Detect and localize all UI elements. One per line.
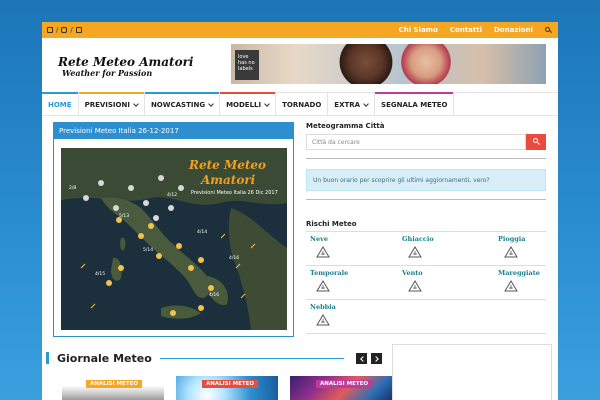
risk-label: Nebbia	[310, 303, 336, 311]
risk-ghiaccio[interactable]: Ghiaccio	[386, 232, 466, 265]
chevron-left-icon	[359, 355, 366, 362]
warning-triangle-icon	[408, 246, 422, 258]
nav-item-label: NOWCASTING	[150, 100, 206, 109]
map-label: 4/16	[229, 256, 240, 261]
map-label: 2/8	[69, 186, 77, 191]
risk-label: Vento	[402, 269, 423, 277]
risk-temporale[interactable]: Temporale	[306, 266, 386, 299]
chevron-down-icon	[363, 100, 369, 107]
warning-triangle-icon	[408, 280, 422, 292]
top-links: Chi Siamo Contatti Donazioni	[399, 26, 552, 34]
risk-label: Temporale	[310, 269, 349, 277]
risk-pioggia[interactable]: Pioggia	[466, 232, 546, 265]
nav-item-nowcasting[interactable]: NOWCASTING	[144, 92, 221, 116]
nav-item-label: PREVISIONI	[84, 100, 130, 109]
info-alert: Un buon orario per scoprire gli ultimi a…	[306, 169, 546, 191]
news-card[interactable]: ANALISI METEO	[290, 376, 392, 400]
nav-item-extra[interactable]: EXTRA	[328, 93, 376, 116]
category-badge[interactable]: ANALISI METEO	[202, 380, 259, 388]
risk-label: Mareggiate	[498, 269, 540, 277]
risk-title: Rischi Meteo	[306, 220, 357, 228]
nav-item-label: EXTRA	[334, 100, 361, 109]
city-search: Città da cercare	[306, 134, 546, 150]
giornale-header: Giornale Meteo	[46, 350, 382, 366]
page: / / Chi Siamo Contatti Donazioni Rete Me…	[42, 22, 558, 400]
nav-item-home[interactable]: HOME	[42, 92, 79, 116]
top-link-chi-siamo[interactable]: Chi Siamo	[399, 26, 438, 34]
nav-item-previsioni[interactable]: PREVISIONI	[78, 92, 145, 116]
ad-banner[interactable]: love has no labels	[231, 44, 546, 84]
city-search-input[interactable]: Città da cercare	[306, 134, 526, 150]
forecast-map[interactable]: Rete Meteo Amatori Previsioni Meteo Ital…	[61, 148, 287, 330]
logo-title: Rete Meteo Amatori	[58, 55, 194, 69]
map-label: 4/15	[95, 272, 106, 277]
top-bar: / / Chi Siamo Contatti Donazioni	[42, 22, 558, 38]
risk-label: Neve	[310, 235, 328, 243]
risk-vento[interactable]: Vento	[386, 266, 466, 299]
news-cards: ANALISI METEO ANALISI METEO ANALISI METEO	[62, 376, 392, 400]
risk-neve[interactable]: Neve	[306, 232, 386, 265]
warning-triangle-icon	[504, 280, 518, 292]
risk-nebbia[interactable]: Nebbia	[306, 300, 386, 333]
warning-triangle-icon	[504, 246, 518, 258]
instagram-icon[interactable]	[61, 27, 68, 33]
map-subtitle: Previsioni Meteo Italia 26 Dic 2017	[191, 190, 278, 196]
chevron-down-icon	[208, 100, 214, 107]
map-label: 5/14	[143, 248, 154, 253]
top-link-contatti[interactable]: Contatti	[450, 26, 482, 34]
map-title-1: Rete Meteo	[189, 158, 267, 172]
nav-item-label: HOME	[48, 100, 72, 109]
sidebar-box	[392, 344, 552, 400]
category-badge[interactable]: ANALISI METEO	[316, 380, 373, 388]
risk-grid: Neve Ghiaccio Pioggia Temporale Vento Mareggi…	[306, 231, 546, 334]
risk-label: Pioggia	[498, 235, 526, 243]
warning-triangle-icon	[316, 246, 330, 258]
nav-item-label: MODELLI	[226, 100, 262, 109]
nav-item-segnala-meteo[interactable]: SEGNALA METEO	[375, 92, 455, 116]
meteogram-title: Meteogramma Città	[306, 122, 385, 130]
category-badge[interactable]: ANALISI METEO	[86, 380, 143, 388]
logo-subtitle: Weather for Passion	[62, 68, 153, 78]
map-label: 4/12	[167, 193, 178, 198]
site-header: Rete Meteo Amatori Weather for Passion l…	[42, 38, 558, 92]
next-button[interactable]	[371, 352, 382, 364]
facebook-icon[interactable]	[47, 27, 53, 33]
map-label: 4/16	[209, 293, 220, 298]
nav-item-tornado[interactable]: TORNADO	[276, 93, 329, 116]
map-label: 5/13	[119, 214, 130, 219]
news-card[interactable]: ANALISI METEO	[62, 376, 164, 400]
nav-item-label: SEGNALA METEO	[381, 100, 448, 109]
risk-row: Temporale Vento Mareggiate	[306, 266, 546, 300]
top-link-donazioni[interactable]: Donazioni	[494, 26, 533, 34]
social-links: / /	[47, 26, 82, 34]
map-label: 4/14	[197, 230, 208, 235]
prev-button[interactable]	[356, 352, 367, 364]
site-logo[interactable]: Rete Meteo Amatori Weather for Passion	[58, 56, 193, 77]
search-icon[interactable]	[545, 26, 552, 34]
giornale-title: Giornale Meteo	[57, 351, 152, 365]
warning-triangle-icon	[316, 314, 330, 326]
chevron-right-icon	[373, 355, 379, 362]
forecast-widget: Previsioni Meteo Italia 26-12-2017 Rete …	[53, 122, 294, 337]
youtube-icon[interactable]	[75, 27, 82, 33]
risk-mareggiate[interactable]: Mareggiate	[466, 266, 546, 299]
warning-triangle-icon	[316, 280, 330, 292]
city-search-button[interactable]	[526, 134, 546, 150]
risk-row: Neve Ghiaccio Pioggia	[306, 232, 546, 266]
map-title-2: Amatori	[201, 173, 256, 187]
risk-row: Nebbia	[306, 300, 546, 334]
news-card[interactable]: ANALISI METEO	[176, 376, 278, 400]
main-nav: HOME PREVISIONI NOWCASTING MODELLI TORNADO EX…	[42, 92, 558, 116]
nav-item-label: TORNADO	[282, 100, 322, 109]
right-column: Meteogramma Città Città da cercare Un bu…	[306, 122, 546, 334]
chevron-down-icon	[264, 100, 270, 107]
banner-text: love has no labels	[238, 54, 255, 72]
nav-item-modelli[interactable]: MODELLI	[220, 92, 277, 116]
chevron-down-icon	[133, 100, 139, 107]
risk-label: Ghiaccio	[402, 235, 434, 243]
forecast-header: Previsioni Meteo Italia 26-12-2017	[54, 123, 293, 139]
